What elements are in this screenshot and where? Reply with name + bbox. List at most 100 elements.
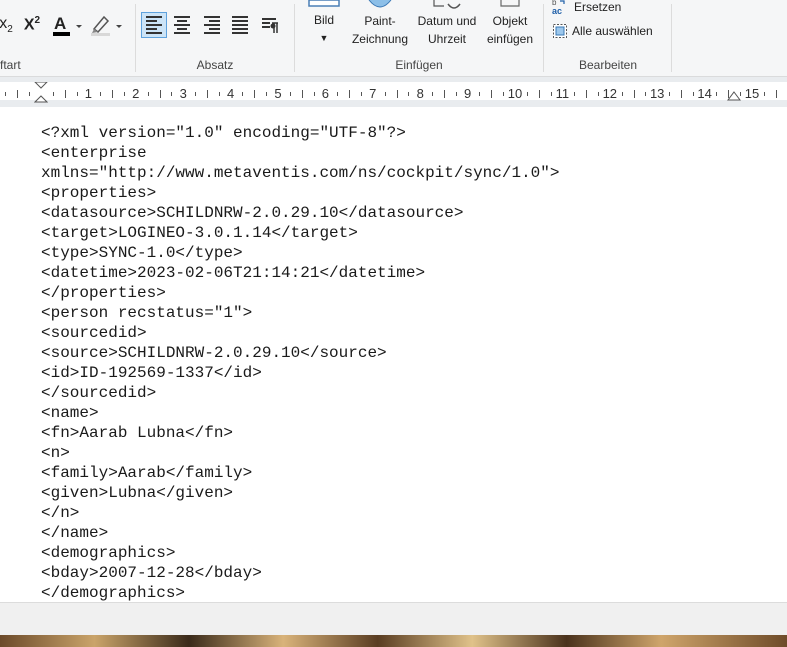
- highlight-color-button[interactable]: [88, 12, 124, 38]
- paragraph-settings-button[interactable]: [257, 12, 283, 38]
- ruler-tick: [266, 92, 268, 96]
- ruler-tick: [597, 92, 599, 96]
- ruler-tick: [289, 92, 291, 96]
- subscript-icon: x2: [0, 14, 13, 36]
- svg-text:ac: ac: [552, 6, 562, 16]
- insert-group-label: Einfügen: [395, 58, 443, 72]
- document-line[interactable]: <given>Lubna</given>: [41, 483, 781, 503]
- ruler-tick: [455, 92, 457, 96]
- font-color-icon: A: [53, 14, 82, 36]
- document-line[interactable]: <name>: [41, 403, 781, 423]
- ruler-number: 7: [369, 86, 377, 101]
- select-all-icon: [553, 24, 567, 38]
- paint-label-2: Zeichnung: [351, 32, 409, 46]
- document-line[interactable]: <type>SYNC-1.0</type>: [41, 243, 781, 263]
- document-line[interactable]: </n>: [41, 503, 781, 523]
- font-group-label: ftart: [0, 58, 21, 72]
- ruler-number: 6: [321, 86, 330, 101]
- highlighter-icon: [91, 15, 122, 36]
- select-all-button[interactable]: Alle auswählen: [552, 23, 653, 39]
- ruler-number: 12: [602, 86, 618, 101]
- subscript-button[interactable]: x2: [0, 12, 16, 38]
- document-line[interactable]: <target>LOGINEO-3.0.1.14</target>: [41, 223, 781, 243]
- document-page[interactable]: <?xml version="1.0" encoding="UTF-8"?> <e…: [0, 107, 787, 602]
- document-line[interactable]: <sourcedid>: [41, 323, 781, 343]
- edit-group-label: Bearbeiten: [578, 58, 638, 72]
- ruler-number: 1: [84, 86, 93, 101]
- document-line[interactable]: <id>ID-192569-1337</id>: [41, 363, 781, 383]
- ruler-bar[interactable]: 1 2 3 4 5 6 7 8 9 10 11 12 13 14 15: [0, 82, 787, 103]
- document-line[interactable]: <family>Aarab</family>: [41, 463, 781, 483]
- superscript-icon: X2: [23, 15, 41, 34]
- document-line[interactable]: <demographics>: [41, 543, 781, 563]
- document-line[interactable]: <bday>2007-12-28</bday>: [41, 563, 781, 583]
- document-line[interactable]: <?xml version="1.0" encoding="UTF-8"?>: [41, 123, 781, 143]
- ruler-tick: [301, 90, 303, 98]
- align-left-button[interactable]: [141, 12, 167, 38]
- ruler-tick: [763, 92, 765, 96]
- document-line[interactable]: <datetime>2023-02-06T21:14:21</datetime>: [41, 263, 781, 283]
- document-line[interactable]: <properties>: [41, 183, 781, 203]
- ruler-tick: [349, 90, 351, 98]
- align-right-icon: [204, 16, 220, 34]
- document-line[interactable]: </demographics>: [41, 583, 781, 602]
- ruler-tick: [645, 92, 647, 96]
- ruler-tick: [586, 90, 588, 98]
- desktop-background: [0, 635, 787, 647]
- align-center-button[interactable]: [169, 12, 195, 38]
- document-line[interactable]: <fn>Aarab Lubna</fn>: [41, 423, 781, 443]
- ruler-tick: [17, 90, 19, 98]
- ruler-tick: [52, 92, 54, 96]
- paragraph-icon: [262, 18, 278, 33]
- paint-drawing-button[interactable]: Paint- Zeichnung: [347, 0, 413, 50]
- justify-button[interactable]: [227, 12, 253, 38]
- document-line[interactable]: <datasource>SCHILDNRW-2.0.29.10</datasou…: [41, 203, 781, 223]
- ruler-tick: [538, 90, 540, 98]
- objekt-label-1: Objekt: [492, 14, 528, 28]
- ruler-number: 10: [507, 86, 523, 101]
- ruler-tick: [503, 92, 505, 96]
- ruler-tick: [775, 90, 777, 98]
- ruler-number: 5: [274, 86, 282, 101]
- font-color-button[interactable]: A: [50, 12, 84, 38]
- ruler-tick: [574, 92, 576, 96]
- superscript-button[interactable]: X2: [20, 12, 44, 38]
- ruler-number: 3: [179, 86, 187, 101]
- replace-button[interactable]: b ac Ersetzen: [552, 0, 621, 16]
- ruler-tick: [76, 92, 78, 96]
- justify-icon: [232, 16, 248, 34]
- datum-label-1: Datum und: [417, 14, 477, 28]
- ruler-tick: [29, 92, 31, 96]
- ruler-tick: [171, 92, 173, 96]
- document-line[interactable]: <enterprise: [41, 143, 781, 163]
- align-center-icon: [174, 16, 190, 34]
- ruler-tick: [242, 92, 244, 96]
- document-line[interactable]: </sourcedid>: [41, 383, 781, 403]
- document-text[interactable]: <?xml version="1.0" encoding="UTF-8"?> <e…: [41, 123, 781, 602]
- align-right-button[interactable]: [199, 12, 225, 38]
- ruler-number: 13: [649, 86, 665, 101]
- ruler-tick: [147, 92, 149, 96]
- ruler-tick: [491, 90, 493, 98]
- ruler-tick: [479, 92, 481, 96]
- document-line[interactable]: </name>: [41, 523, 781, 543]
- document-line[interactable]: xmlns="http://www.metaventis.com/ns/cock…: [41, 163, 781, 183]
- ruler-number: 9: [463, 86, 472, 101]
- ruler-number: 8: [416, 86, 424, 101]
- ruler-tick: [669, 92, 671, 96]
- bild-button[interactable]: Bild ▼: [307, 0, 341, 50]
- document-line[interactable]: <n>: [41, 443, 781, 463]
- ruler-tick: [313, 92, 315, 96]
- document-line[interactable]: </properties>: [41, 283, 781, 303]
- replace-icon: b ac: [552, 0, 565, 16]
- insert-group: Bild ▼ Paint- Zeichnung Datum und Uhrzei…: [295, 0, 543, 76]
- first-line-indent-marker[interactable]: [34, 82, 48, 104]
- insert-object-button[interactable]: Objekt einfügen: [481, 0, 539, 50]
- date-time-button[interactable]: Datum und Uhrzeit: [413, 0, 481, 50]
- ruler-tick: [621, 92, 623, 96]
- ruler-tick: [5, 92, 7, 96]
- document-line[interactable]: <person recstatus="1">: [41, 303, 781, 323]
- document-line[interactable]: <source>SCHILDNRW-2.0.29.10</source>: [41, 343, 781, 363]
- ruler-tick: [716, 92, 718, 96]
- ruler-number: 11: [555, 86, 570, 101]
